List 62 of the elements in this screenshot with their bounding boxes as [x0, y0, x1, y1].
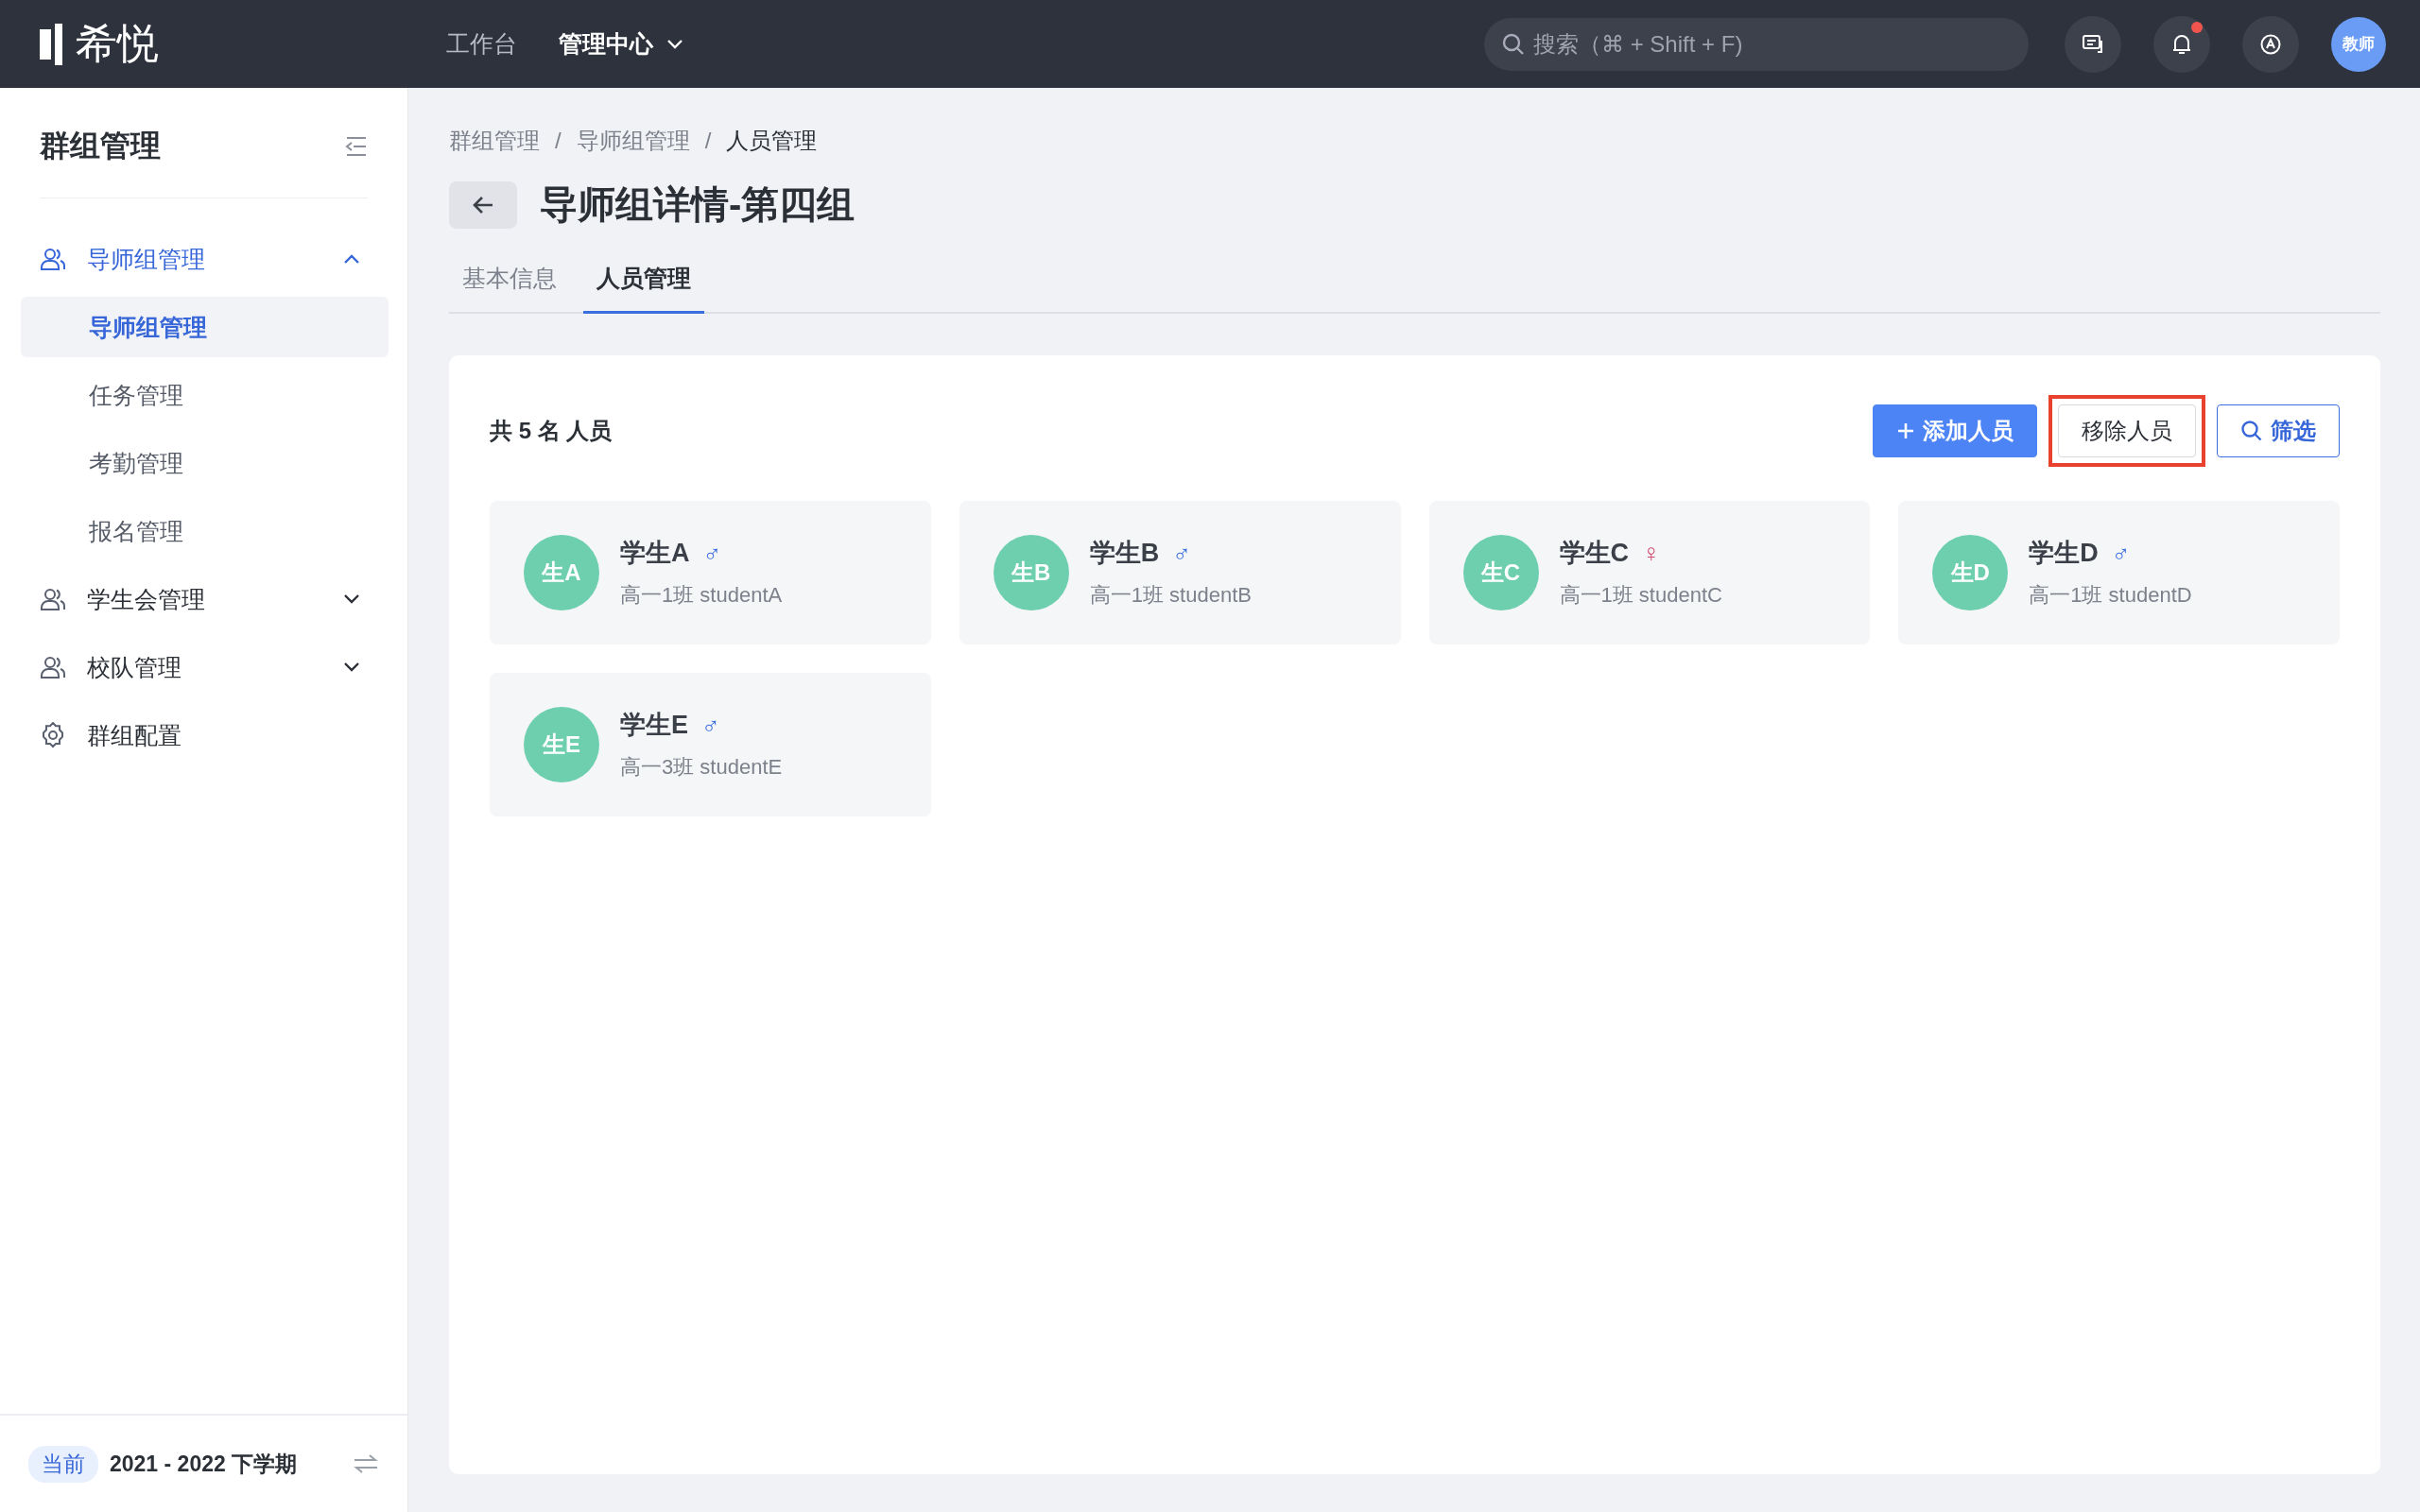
member-card[interactable]: 生A 学生A ♂ 高一1班 studentA [490, 501, 931, 644]
member-class: 高一1班 studentD [2029, 582, 2192, 609]
logo-text: 希悦 [76, 19, 159, 68]
nav-link[interactable]: 工作台 [446, 28, 517, 60]
gender-sign: ♂ [2111, 541, 2131, 565]
member-avatar: 生B [993, 535, 1069, 610]
member-avatar: 生E [524, 707, 599, 782]
people-icon [40, 247, 66, 271]
menu-item[interactable]: 群组配置 [21, 701, 389, 769]
member-name: 学生A [620, 538, 690, 569]
search-field[interactable]: 搜索（⌘ + Shift + F) [1484, 17, 2029, 71]
tab[interactable]: 基本信息 [449, 251, 570, 314]
gender-sign: ♂ [1172, 541, 1191, 565]
menu-item[interactable]: 导师组管理 [21, 225, 389, 293]
member-avatar: 生A [524, 535, 599, 610]
member-card[interactable]: 生C 学生C ♀ 高一1班 studentC [1428, 501, 1871, 644]
submenu-item[interactable]: 任务管理 [21, 365, 389, 425]
member-avatar: 生C [1462, 535, 1539, 610]
breadcrumb-separator: / [704, 128, 712, 154]
menu-item[interactable]: 校队管理 [21, 633, 389, 701]
member-class: 高一1班 studentB [1089, 582, 1252, 609]
member-class: 高一1班 studentC [1559, 582, 1722, 609]
page-title: 导师组详情-第四组 [540, 182, 856, 227]
nav-link[interactable]: 管理中心 [559, 28, 683, 60]
people-icon [40, 655, 66, 679]
breadcrumb-link[interactable]: 群组管理 [449, 126, 540, 156]
gender-sign: ♂ [701, 713, 720, 737]
member-class: 高一1班 studentA [620, 582, 783, 609]
action-button[interactable]: 移除人员 [2058, 404, 2196, 457]
submenu-item[interactable]: 报名管理 [21, 501, 389, 561]
member-name: 学生C [1559, 538, 1629, 569]
submenu-item[interactable]: 导师组管理 [21, 297, 389, 357]
search-icon [1501, 31, 1526, 57]
swap-icon[interactable] [353, 1452, 379, 1475]
action-button[interactable]: 筛选 [2217, 404, 2340, 457]
breadcrumb-link[interactable]: 导师组管理 [576, 126, 690, 156]
term-label: 2021 - 2022 下学期 [110, 1450, 299, 1478]
action-button[interactable]: 添加人员 [1873, 404, 2037, 457]
member-name: 学生D [2029, 538, 2099, 569]
member-card[interactable]: 生E 学生E ♂ 高一3班 studentE [490, 673, 931, 816]
search-icon [2240, 420, 2263, 442]
tab[interactable]: 人员管理 [583, 251, 704, 314]
member-card[interactable]: 生D 学生D ♂ 高一1班 studentD [1898, 501, 2340, 644]
gender-sign: ♀ [1642, 541, 1661, 565]
back-button[interactable] [449, 180, 517, 229]
submenu-item[interactable]: 考勤管理 [21, 433, 389, 493]
current-tag: 当前 [28, 1445, 98, 1483]
people-icon [40, 587, 66, 611]
member-avatar: 生D [1932, 535, 2009, 610]
member-count: 共 5 名 人员 [490, 417, 613, 445]
plus-icon [1896, 421, 1915, 440]
gear-icon [40, 722, 66, 748]
member-class: 高一3班 studentE [620, 754, 783, 781]
sidebar-title: 群组管理 [40, 128, 161, 164]
member-name: 学生B [1089, 538, 1160, 569]
arrow-left-icon [472, 194, 494, 215]
member-card[interactable]: 生B 学生B ♂ 高一1班 studentB [959, 501, 1401, 644]
menu-item[interactable]: 学生会管理 [21, 565, 389, 633]
collapse-icon[interactable] [345, 136, 368, 157]
gender-sign: ♂ [702, 541, 721, 565]
breadcrumb-separator: / [555, 128, 562, 154]
member-name: 学生E [620, 710, 688, 741]
